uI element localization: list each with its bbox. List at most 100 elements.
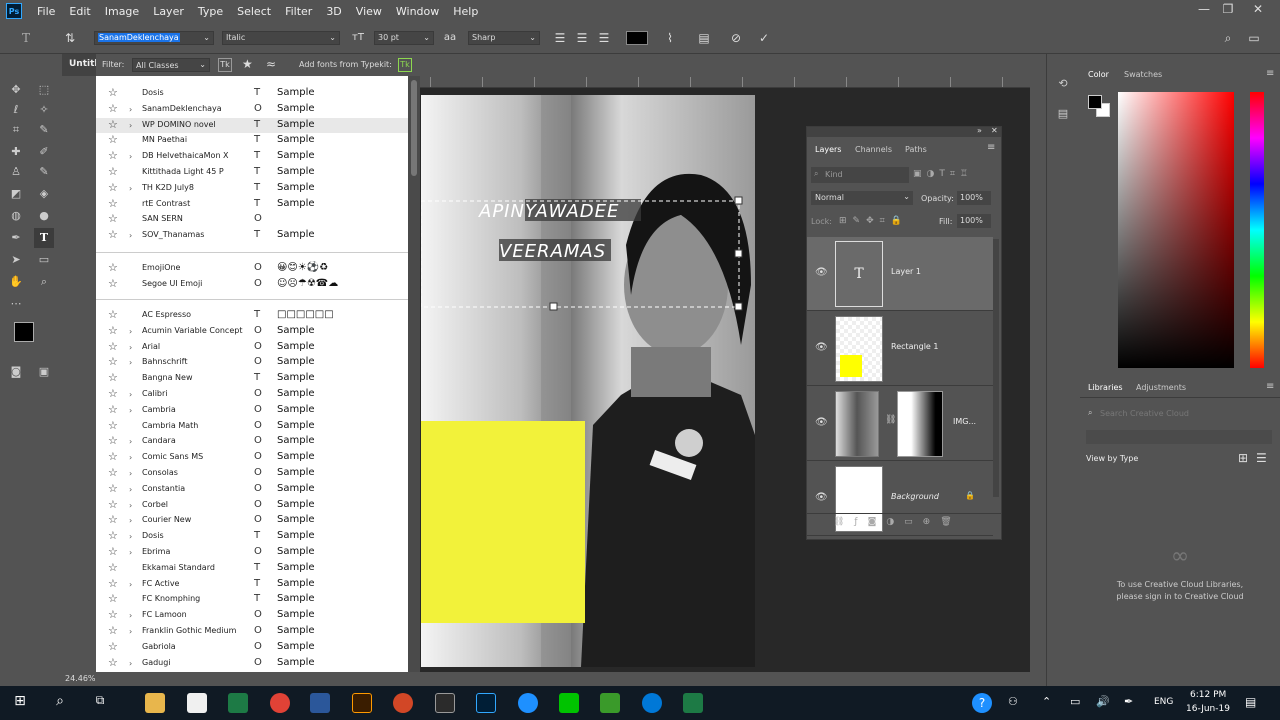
font-list-item[interactable]: ☆ › Arial O Sample bbox=[96, 340, 408, 355]
history-panel-icon[interactable]: ⟲ bbox=[1053, 74, 1073, 94]
ie-icon[interactable] bbox=[518, 693, 538, 713]
pen-icon[interactable]: ✒ bbox=[1124, 695, 1133, 708]
tab-color[interactable]: Color bbox=[1088, 70, 1109, 79]
library-select[interactable] bbox=[1086, 430, 1272, 444]
properties-panel-icon[interactable]: ▤ bbox=[1053, 104, 1073, 124]
path-selection-icon[interactable]: ➤ bbox=[6, 250, 26, 270]
calculator-icon[interactable] bbox=[435, 693, 455, 713]
font-list-item[interactable]: ☆ MN Paethai T Sample bbox=[96, 133, 408, 148]
favorite-star-icon[interactable]: ☆ bbox=[108, 149, 118, 163]
favorite-star-icon[interactable]: ☆ bbox=[108, 387, 118, 401]
menu-select[interactable]: Select bbox=[230, 5, 278, 18]
photoshop-taskbar-icon[interactable] bbox=[476, 693, 496, 713]
favorite-star-icon[interactable]: ☆ bbox=[108, 197, 118, 211]
zoom-tool-icon[interactable]: ⌕ bbox=[34, 272, 54, 292]
clock-time[interactable]: 6:12 PM bbox=[1190, 690, 1226, 700]
blend-mode-select[interactable]: Normal ⌄ bbox=[811, 191, 913, 205]
font-list-item[interactable]: ☆ › FC Active T Sample bbox=[96, 577, 408, 592]
text-color-swatch[interactable] bbox=[626, 31, 648, 45]
font-list-item[interactable]: ☆ › Dosis T Sample bbox=[96, 529, 408, 544]
font-list-item[interactable]: ☆ AC Espresso T □□□□□□ bbox=[96, 308, 408, 323]
foreground-color-swatch[interactable] bbox=[14, 322, 34, 342]
favorite-star-icon[interactable]: ☆ bbox=[108, 165, 118, 179]
type-tool-icon[interactable]: T bbox=[34, 228, 54, 248]
screen-mode-icon[interactable]: ▣ bbox=[34, 362, 54, 382]
favorite-star-icon[interactable]: ☆ bbox=[108, 277, 118, 291]
layer-name[interactable]: IMG... bbox=[953, 417, 976, 426]
favorite-star-icon[interactable]: ☆ bbox=[108, 640, 118, 654]
view-by-type[interactable]: View by Type bbox=[1086, 454, 1138, 463]
font-list-item[interactable]: ☆ Ekkamai Standard T Sample bbox=[96, 561, 408, 576]
favorite-star-icon[interactable]: ☆ bbox=[108, 355, 118, 369]
tab-adjustments[interactable]: Adjustments bbox=[1136, 383, 1186, 392]
layer-row-rectangle1[interactable]: 👁 Rectangle 1 bbox=[807, 312, 993, 386]
favorite-star-icon[interactable]: ☆ bbox=[108, 228, 118, 242]
layer-name[interactable]: Rectangle 1 bbox=[891, 342, 938, 351]
font-list-item[interactable]: ☆ › Cambria O Sample bbox=[96, 403, 408, 418]
layer-name[interactable]: Background bbox=[891, 492, 939, 501]
tab-libraries[interactable]: Libraries bbox=[1088, 383, 1123, 392]
chevron-right-icon[interactable]: › bbox=[129, 450, 132, 465]
hue-slider[interactable] bbox=[1250, 92, 1264, 368]
font-list-item[interactable]: ☆ › TH K2D July8 T Sample bbox=[96, 181, 408, 196]
chevron-right-icon[interactable]: › bbox=[129, 577, 132, 592]
font-list-item[interactable]: ☆ › Consolas O Sample bbox=[96, 466, 408, 481]
font-list-item[interactable]: ☆ › Ebrima O Sample bbox=[96, 545, 408, 560]
favorite-star-icon[interactable]: ☆ bbox=[108, 656, 118, 670]
dodge-tool-icon[interactable]: ● bbox=[34, 206, 54, 226]
tab-paths[interactable]: Paths bbox=[905, 145, 927, 154]
favorite-star-icon[interactable]: ☆ bbox=[108, 133, 118, 147]
font-list-item[interactable]: ☆ › Franklin Gothic Medium O Sample bbox=[96, 624, 408, 639]
font-list-item[interactable]: ☆ › Corbel O Sample bbox=[96, 498, 408, 513]
favorite-star-icon[interactable]: ☆ bbox=[108, 371, 118, 385]
help-icon[interactable]: ? bbox=[972, 693, 992, 713]
layer-row-layer1[interactable]: 👁 T Layer 1 bbox=[807, 237, 993, 311]
excel-icon[interactable] bbox=[228, 693, 248, 713]
transform-handle[interactable] bbox=[734, 302, 743, 311]
file-explorer-icon[interactable] bbox=[145, 693, 165, 713]
collapse-icon[interactable]: » bbox=[977, 126, 982, 135]
chrome-icon[interactable] bbox=[270, 693, 290, 713]
favorite-star-icon[interactable]: ☆ bbox=[108, 561, 118, 575]
opacity-input[interactable]: 100% bbox=[957, 191, 991, 205]
chevron-right-icon[interactable]: › bbox=[129, 498, 132, 513]
chevron-right-icon[interactable]: › bbox=[129, 340, 132, 355]
visibility-eye-icon[interactable]: 👁 bbox=[815, 492, 828, 503]
favorite-star-icon[interactable]: ☆ bbox=[108, 86, 118, 100]
clone-stamp-icon[interactable]: ♙ bbox=[6, 162, 26, 182]
favorite-star-icon[interactable]: ☆ bbox=[108, 545, 118, 559]
similar-fonts-icon[interactable]: ≈ bbox=[266, 57, 276, 71]
chevron-right-icon[interactable]: › bbox=[129, 324, 132, 339]
favorite-star-icon[interactable]: ☆ bbox=[108, 482, 118, 496]
volume-icon[interactable]: 🔊 bbox=[1096, 695, 1110, 708]
restore-button[interactable]: ❐ bbox=[1214, 2, 1242, 20]
favorite-star-icon[interactable]: ☆ bbox=[108, 102, 118, 116]
favorite-star-icon[interactable]: ☆ bbox=[108, 308, 118, 322]
font-list-item[interactable]: ☆ Cambria Math O Sample bbox=[96, 419, 408, 434]
favorite-star-icon[interactable]: ☆ bbox=[108, 624, 118, 638]
favorite-star-icon[interactable]: ☆ bbox=[108, 466, 118, 480]
add-typekit-icon[interactable]: Tk bbox=[398, 58, 412, 72]
close-button[interactable]: ✕ bbox=[1244, 2, 1272, 20]
favorite-star-icon[interactable]: ☆ bbox=[108, 434, 118, 448]
eraser-tool-icon[interactable]: ◩ bbox=[6, 184, 26, 204]
transform-handle[interactable] bbox=[549, 302, 558, 311]
edge-icon[interactable] bbox=[642, 693, 662, 713]
font-list-item[interactable]: ☆ rtE Contrast T Sample bbox=[96, 197, 408, 212]
blur-tool-icon[interactable]: ◍ bbox=[6, 206, 26, 226]
font-list-item[interactable]: ☆ EmojiOne O 😀😊☀⚽♻ bbox=[96, 261, 408, 276]
align-center-icon[interactable]: ☰ bbox=[574, 30, 590, 46]
layers-scrollbar[interactable] bbox=[993, 239, 999, 497]
scrollbar-thumb[interactable] bbox=[411, 80, 417, 176]
font-class-select[interactable]: All Classes ⌄ bbox=[132, 58, 210, 72]
chevron-right-icon[interactable]: › bbox=[129, 355, 132, 370]
network-users-icon[interactable]: ⚇ bbox=[1008, 695, 1018, 708]
favorite-star-icon[interactable]: ☆ bbox=[108, 324, 118, 338]
font-list-item[interactable]: ☆ Kittithada Light 45 P T Sample bbox=[96, 165, 408, 180]
menu-view[interactable]: View bbox=[349, 5, 389, 18]
lock-icons[interactable]: ⊞✎✥⌗🔒 bbox=[839, 216, 908, 226]
more-tools-icon[interactable]: ⋯ bbox=[6, 294, 26, 314]
menu-type[interactable]: Type bbox=[191, 5, 230, 18]
favorite-star-icon[interactable]: ☆ bbox=[108, 608, 118, 622]
menu-image[interactable]: Image bbox=[98, 5, 146, 18]
